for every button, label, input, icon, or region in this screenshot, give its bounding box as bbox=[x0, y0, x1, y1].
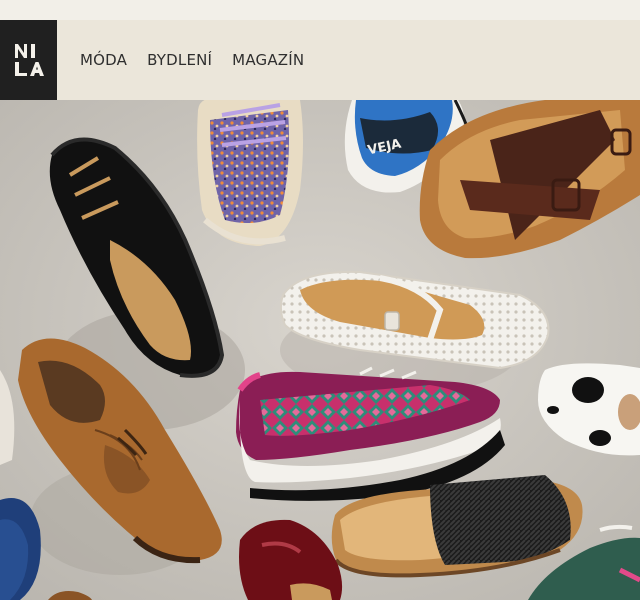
site-logo[interactable] bbox=[0, 20, 57, 100]
nav-item-magazin[interactable]: MAGAZÍN bbox=[232, 51, 304, 69]
top-strip bbox=[0, 0, 640, 20]
site-header: MÓDA BYDLENÍ MAGAZÍN bbox=[0, 20, 640, 100]
shoes-photo: VEJA bbox=[0, 100, 640, 600]
hero-image[interactable]: VEJA bbox=[0, 100, 640, 600]
main-nav: MÓDA BYDLENÍ MAGAZÍN bbox=[80, 51, 304, 69]
floral-sneaker bbox=[197, 100, 303, 246]
logo-mark-icon bbox=[14, 44, 44, 76]
nav-item-moda[interactable]: MÓDA bbox=[80, 51, 127, 69]
nav-item-bydleni[interactable]: BYDLENÍ bbox=[147, 51, 212, 69]
